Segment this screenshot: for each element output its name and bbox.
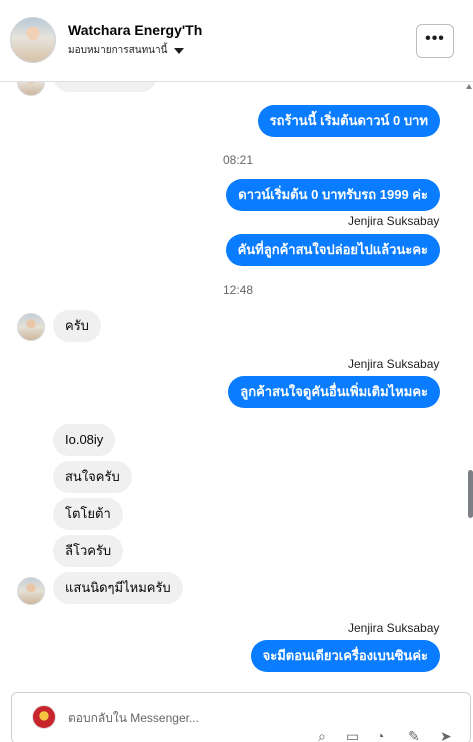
message-bubble-outgoing: รถร้านนี้ เริ่มต้นดาวน์ 0 บาท [257,105,440,137]
message-bubble-incoming: โตโยต้า [53,498,123,530]
message-bubble-incoming: Io.08iy [53,424,116,456]
message-thread: รถร้านนี้ เริ่มต้นดาวน์ 0 บาท 08:21 ดาวน… [0,82,473,690]
more-options-button[interactable]: ••• [416,24,454,58]
scrollbar-thumb[interactable] [468,470,473,518]
timestamp: 08:21 [223,153,254,167]
send-icon[interactable]: ➤ [440,729,452,742]
sender-name: Jenjira Suksabay [348,621,440,635]
conversation-header: Watchara Energy'Th มอบหมายการสนทนานี้ ••… [0,0,473,82]
template-icon[interactable]: ✎ [408,729,420,742]
contact-name[interactable]: Watchara Energy'Th [68,22,202,38]
contact-avatar[interactable] [10,17,56,63]
message-bubble-outgoing: ลูกค้าสนใจดูคันอื่นเพิ่มเติมไหมคะ [228,376,440,408]
emoji-icon[interactable]: ◔ [376,729,384,742]
page-avatar [32,705,56,729]
message-bubble-outgoing: จะมีตอนเดียวเครื่องเบนซินค่ะ [250,640,440,672]
composer: ⌕ ▭ ◔ ✎ ➤ [0,690,473,742]
sender-name: Jenjira Suksabay [348,214,440,228]
caret-down-icon [174,47,185,54]
message-bubble-outgoing: คันที่ลูกค้าสนใจปล่อยไปแล้วนะคะ [225,234,440,266]
message-bubble-incoming: ครับ [53,310,101,342]
contact-mini-avatar [17,313,45,341]
attach-icon[interactable]: ⌕ [318,729,326,742]
message-bubble-incoming: ลีโวครับ [53,535,124,567]
reply-input[interactable] [68,708,368,728]
message-bubble-incoming: สนใจครับ [53,461,132,493]
message-bubble-incoming-partial [53,82,157,92]
scroll-up-arrow-icon[interactable] [466,84,472,89]
contact-mini-avatar [17,82,45,96]
scrollbar[interactable] [466,82,473,690]
assign-label: มอบหมายการสนทนานี้ [68,45,168,56]
assign-conversation-dropdown[interactable]: มอบหมายการสนทนานี้ [68,43,185,58]
message-bubble-outgoing: ดาวน์เริ่มต้น 0 บาทรับรถ 1999 ค่ะ [226,179,440,211]
sender-name: Jenjira Suksabay [348,357,440,371]
composer-box: ⌕ ▭ ◔ ✎ ➤ [11,692,471,742]
contact-mini-avatar [17,577,45,605]
message-bubble-incoming: แสนนิดๆมีไหมครับ [53,572,183,604]
image-icon[interactable]: ▭ [346,729,359,742]
timestamp: 12:48 [223,283,254,297]
